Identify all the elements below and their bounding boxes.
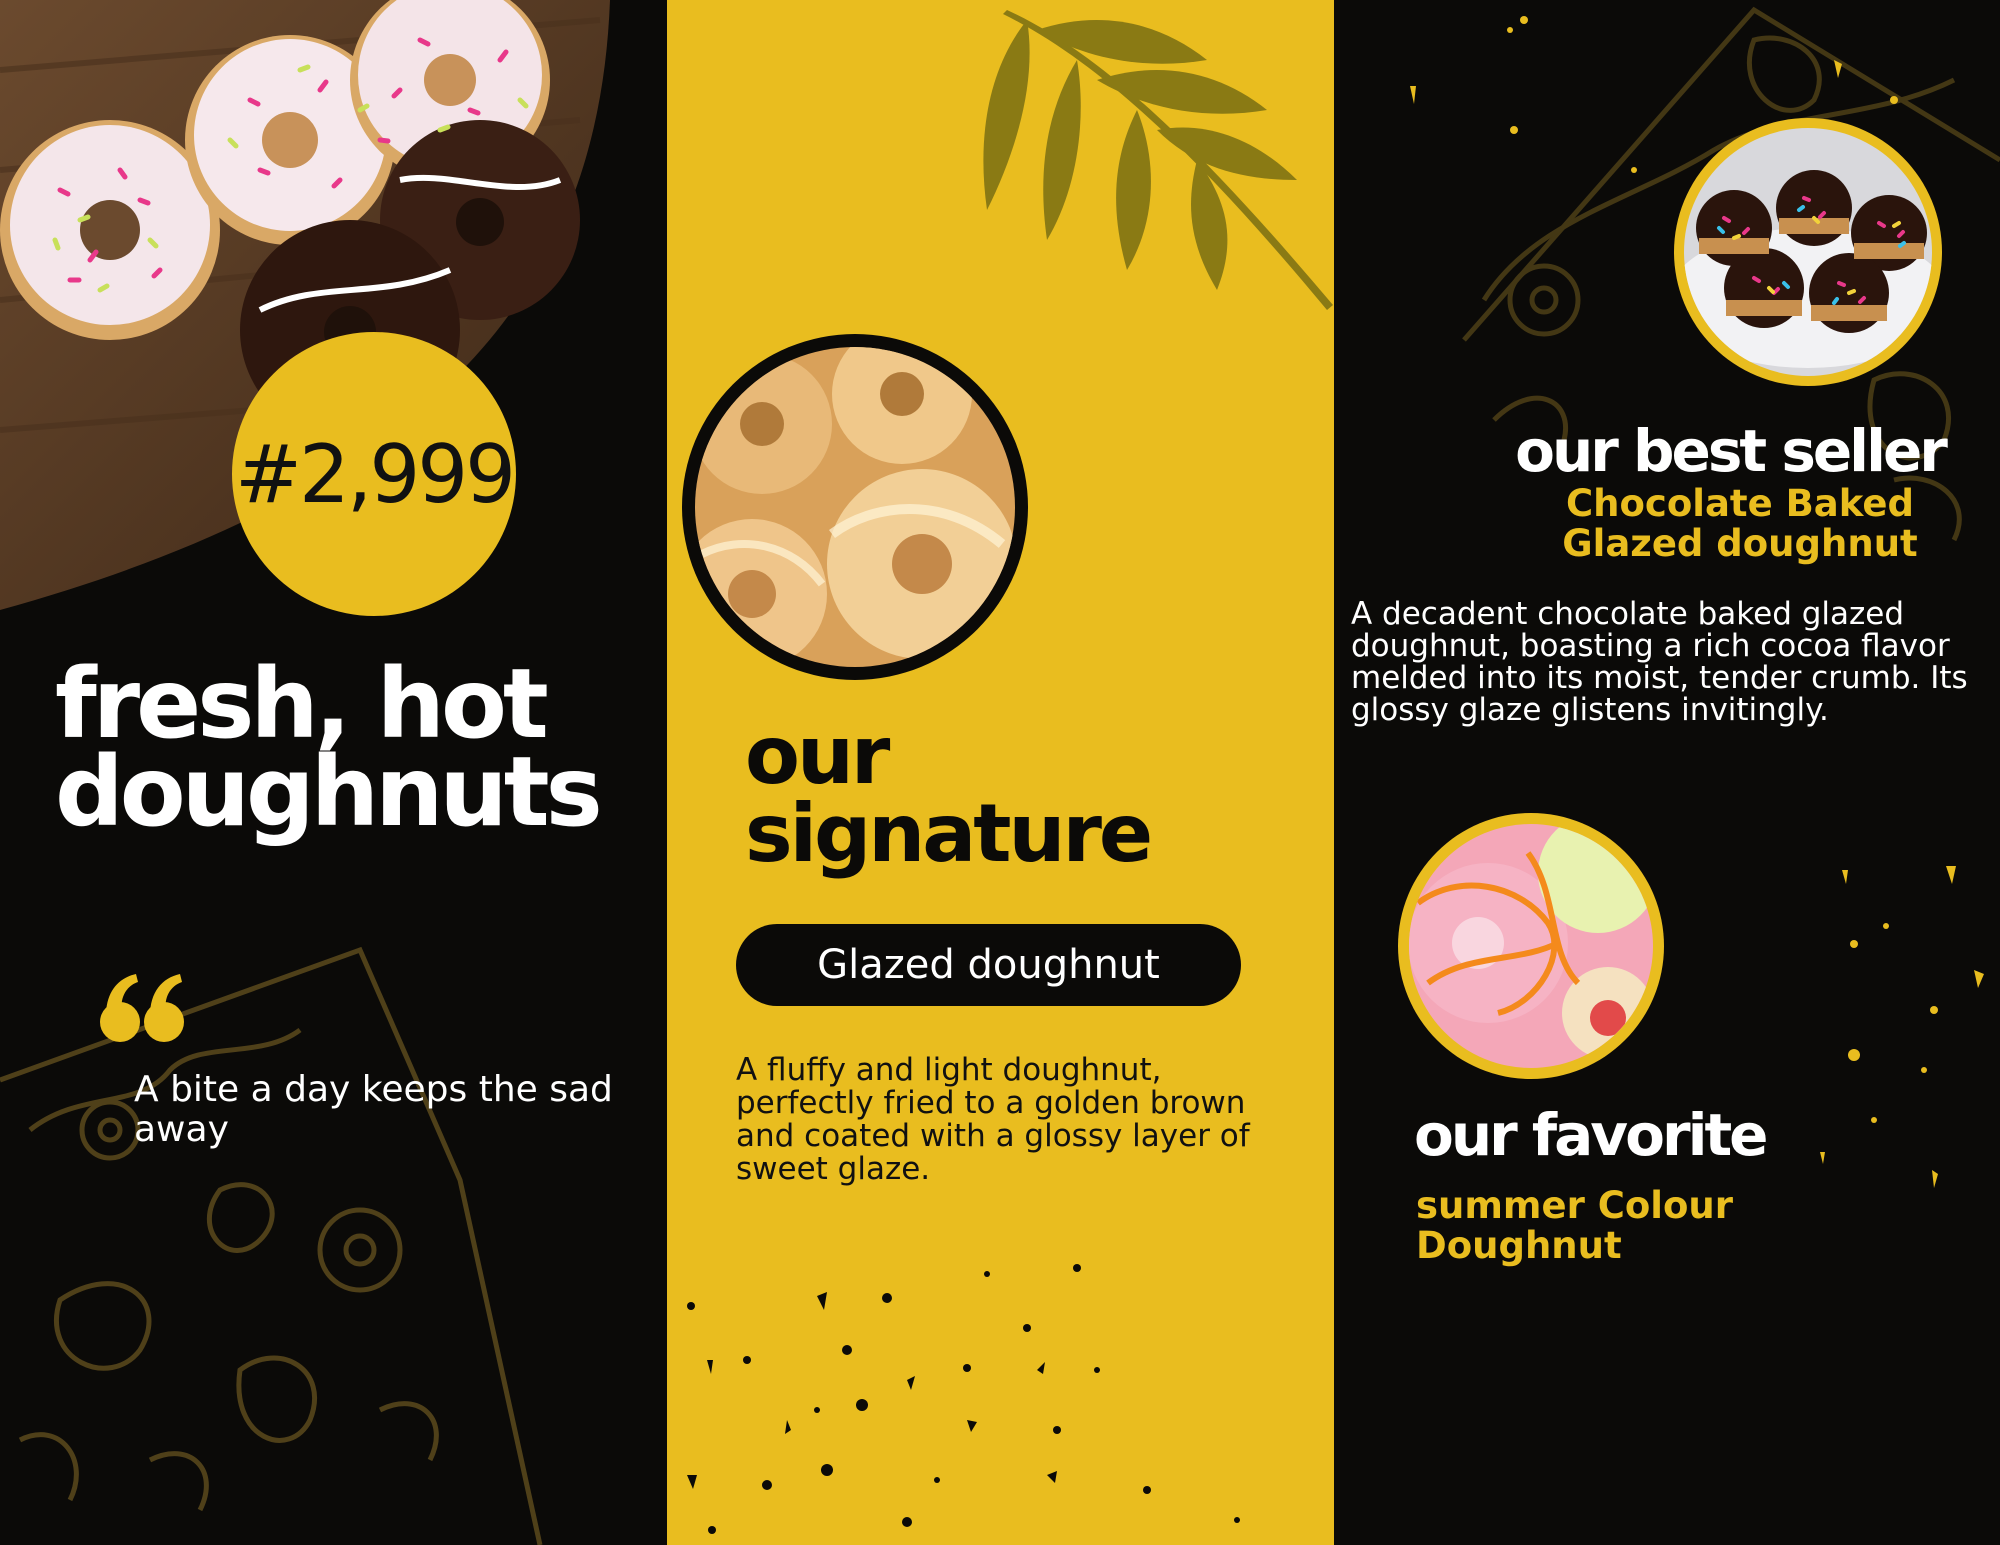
brochure-page: #2,999 fresh, hot doughnuts A bite a day…	[0, 0, 2000, 1545]
speckle-decoration	[1410, 16, 1984, 1188]
signature-title: our signature	[745, 709, 1305, 880]
headline-line-1: fresh, hot	[55, 648, 549, 760]
signature-pill-label: Glazed doughnut	[736, 924, 1241, 1006]
quote-icon	[100, 974, 184, 1042]
headline: fresh, hot doughnuts	[55, 648, 655, 848]
signature-description: A fluffy and light doughnut, perfectly f…	[736, 1052, 1250, 1187]
signature-photo	[682, 334, 1028, 680]
headline-line-2: doughnuts	[55, 736, 603, 848]
price-badge: #2,999	[232, 332, 516, 616]
signature-title-line-1: our	[745, 709, 890, 802]
left-panel: #2,999 fresh, hot doughnuts A bite a day…	[0, 0, 667, 1545]
signature-title-line-2: signature	[745, 787, 1153, 880]
leaf-icon	[983, 10, 1333, 310]
price-text: #2,999	[234, 427, 516, 521]
middle-panel: our signature Glazed doughnut A fluffy a…	[667, 0, 1334, 1545]
right-panel: our best seller Chocolate Baked Glazed d…	[1334, 0, 2000, 1545]
quote-text: A bite a day keeps the sad away	[134, 1069, 613, 1150]
speckle-decoration	[687, 1264, 1240, 1534]
